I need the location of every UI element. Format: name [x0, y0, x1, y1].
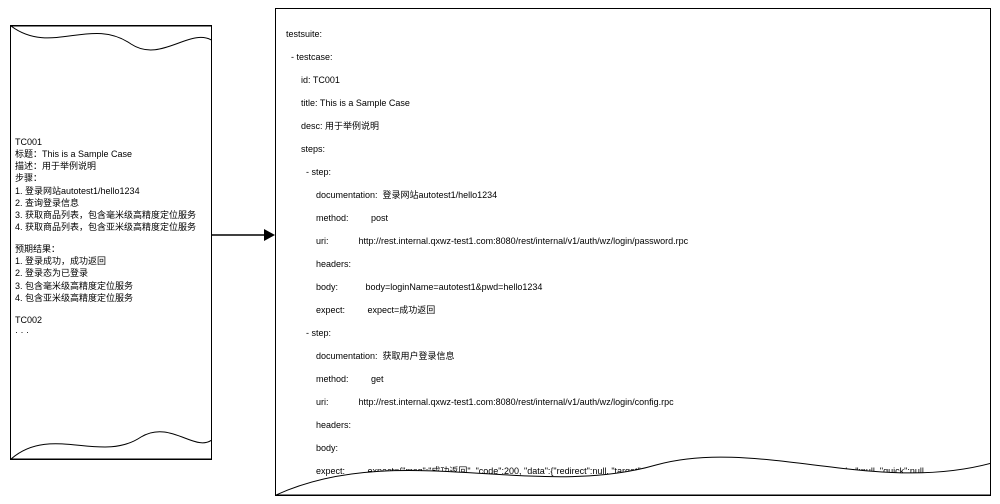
- expect-label: 预期结果：: [15, 243, 207, 255]
- expect-line: 1. 登录成功，成功返回: [15, 255, 207, 267]
- step-line: 4. 获取商品列表，包含亚米级高精度定位服务: [15, 221, 207, 233]
- yaml-line: expect: expect=成功返回: [286, 305, 986, 317]
- step-line: 2. 查询登录信息: [15, 197, 207, 209]
- yaml-line: body: body=loginName=autotest1&pwd=hello…: [286, 282, 986, 294]
- source-test-spec: TC001 标题：This is a Sample Case 描述：用于举例说明…: [10, 25, 212, 460]
- yaml-line: steps:: [286, 144, 986, 156]
- step-line: 3. 获取商品列表，包含毫米级高精度定位服务: [15, 209, 207, 221]
- yaml-line: testsuite:: [286, 29, 986, 41]
- yaml-line: method: post: [286, 213, 986, 225]
- transform-arrow-icon: [212, 225, 275, 245]
- tc-title: 标题：This is a Sample Case: [15, 148, 207, 160]
- yaml-line: documentation: 获取用户登录信息: [286, 351, 986, 363]
- expect-line: 4. 包含亚米级高精度定位服务: [15, 292, 207, 304]
- tc2-id: TC002: [15, 314, 207, 326]
- yaml-line: id: TC001: [286, 75, 986, 87]
- yaml-line: - step:: [286, 328, 986, 340]
- yaml-line: method: get: [286, 374, 986, 386]
- yaml-line: title: This is a Sample Case: [286, 98, 986, 110]
- ellipsis: · · ·: [15, 326, 207, 338]
- tc-id: TC001: [15, 136, 207, 148]
- expect-line: 2. 登录态为已登录: [15, 267, 207, 279]
- yaml-line: uri: http://rest.internal.qxwz-test1.com…: [286, 236, 986, 248]
- expect-line: 3. 包含毫米级高精度定位服务: [15, 280, 207, 292]
- yaml-line: uri: http://rest.internal.qxwz-test1.com…: [286, 397, 986, 409]
- yaml-line: documentation: 登录网站autotest1/hello1234: [286, 190, 986, 202]
- yaml-line: - testcase:: [286, 52, 986, 64]
- steps-label: 步骤：: [15, 172, 207, 184]
- yaml-line: headers:: [286, 259, 986, 271]
- torn-edge-top: [11, 26, 212, 66]
- yaml-line: headers:: [286, 420, 986, 432]
- yaml-line: - step:: [286, 167, 986, 179]
- torn-edge-bottom: [11, 419, 212, 459]
- right-content: testsuite: - testcase: id: TC001 title: …: [286, 17, 986, 496]
- left-content: TC001 标题：This is a Sample Case 描述：用于举例说明…: [15, 136, 207, 338]
- tc-desc: 描述：用于举例说明: [15, 160, 207, 172]
- yaml-line: expect: expect={"msg":"成功返回", "code":200…: [286, 466, 986, 478]
- yaml-line: "password":null, "css":""}}: [286, 489, 986, 496]
- yaml-line: desc: 用于举例说明: [286, 121, 986, 133]
- yaml-output: testsuite: - testcase: id: TC001 title: …: [275, 8, 991, 496]
- yaml-line: body:: [286, 443, 986, 455]
- step-line: 1. 登录网站autotest1/hello1234: [15, 185, 207, 197]
